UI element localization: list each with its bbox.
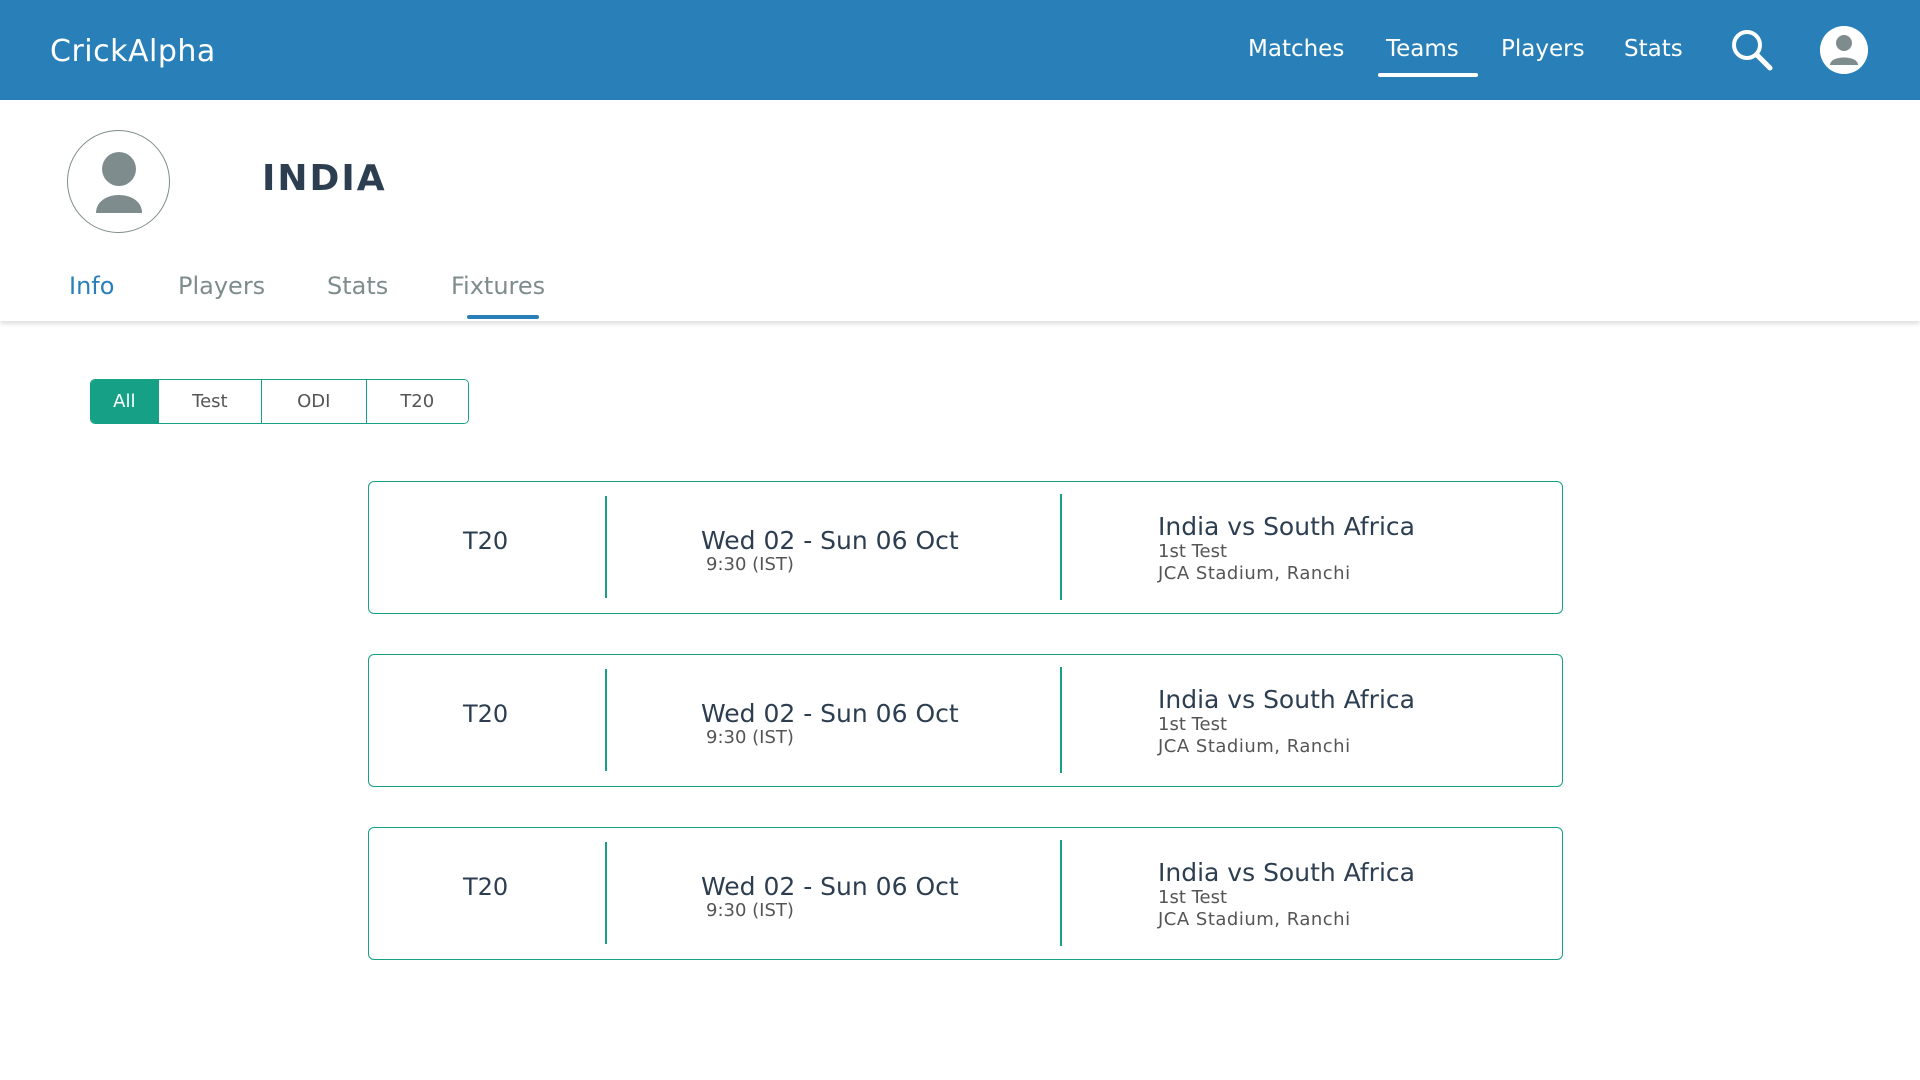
fixture-card[interactable]: T20 Wed 02 - Sun 06 Oct 9:30 (IST) India… — [368, 654, 1563, 787]
fixture-venue: JCA Stadium, Ranchi — [1158, 909, 1351, 930]
fixture-divider — [605, 496, 607, 598]
fixture-divider — [1060, 840, 1062, 946]
tab-info[interactable]: Info — [69, 272, 114, 300]
fixture-format: T20 — [463, 873, 509, 901]
fixture-card[interactable]: T20 Wed 02 - Sun 06 Oct 9:30 (IST) India… — [368, 481, 1563, 614]
nav-active-indicator — [1378, 73, 1478, 77]
search-icon[interactable] — [1730, 28, 1774, 72]
fixture-match-title[interactable]: India vs South Africa — [1158, 512, 1415, 541]
fixture-divider — [605, 669, 607, 771]
fixture-card[interactable]: T20 Wed 02 - Sun 06 Oct 9:30 (IST) India… — [368, 827, 1563, 960]
top-navbar: CrickAlpha Matches Teams Players Stats — [0, 0, 1920, 100]
nav-link-matches[interactable]: Matches — [1248, 36, 1344, 62]
tab-fixtures[interactable]: Fixtures — [451, 272, 545, 300]
fixture-match-title[interactable]: India vs South Africa — [1158, 858, 1415, 887]
fixture-format: T20 — [463, 700, 509, 728]
format-filter-group: All Test ODI T20 — [90, 379, 469, 424]
tab-stats[interactable]: Stats — [327, 272, 388, 300]
team-header: INDIA Info Players Stats Fixtures — [0, 100, 1920, 321]
fixture-series: 1st Test — [1158, 714, 1228, 735]
fixture-venue: JCA Stadium, Ranchi — [1158, 563, 1351, 584]
nav-link-teams[interactable]: Teams — [1386, 36, 1459, 62]
filter-all-button[interactable]: All — [91, 380, 159, 423]
fixture-divider — [1060, 667, 1062, 773]
tab-active-indicator — [467, 315, 539, 319]
fixture-time: 9:30 (IST) — [706, 554, 794, 575]
fixture-time: 9:30 (IST) — [706, 900, 794, 921]
fixture-dates: Wed 02 - Sun 06 Oct — [701, 872, 959, 901]
fixture-series: 1st Test — [1158, 541, 1228, 562]
fixture-dates: Wed 02 - Sun 06 Oct — [701, 699, 959, 728]
fixture-format: T20 — [463, 527, 509, 555]
team-logo-placeholder — [67, 130, 170, 233]
nav-link-players[interactable]: Players — [1501, 36, 1585, 62]
fixture-match-title[interactable]: India vs South Africa — [1158, 685, 1415, 714]
fixture-time: 9:30 (IST) — [706, 727, 794, 748]
fixture-series: 1st Test — [1158, 887, 1228, 908]
team-name-title: INDIA — [262, 158, 387, 199]
user-avatar-icon[interactable] — [1820, 26, 1868, 74]
nav-link-stats[interactable]: Stats — [1624, 36, 1683, 62]
filter-test-button[interactable]: Test — [158, 380, 263, 423]
filter-t20-button[interactable]: T20 — [366, 380, 468, 423]
person-silhouette-icon — [96, 152, 142, 213]
brand-logo-text[interactable]: CrickAlpha — [50, 34, 216, 69]
fixture-dates: Wed 02 - Sun 06 Oct — [701, 526, 959, 555]
tab-players[interactable]: Players — [178, 272, 265, 300]
fixture-venue: JCA Stadium, Ranchi — [1158, 736, 1351, 757]
fixture-divider — [605, 842, 607, 944]
fixture-divider — [1060, 494, 1062, 600]
filter-odi-button[interactable]: ODI — [262, 380, 367, 423]
